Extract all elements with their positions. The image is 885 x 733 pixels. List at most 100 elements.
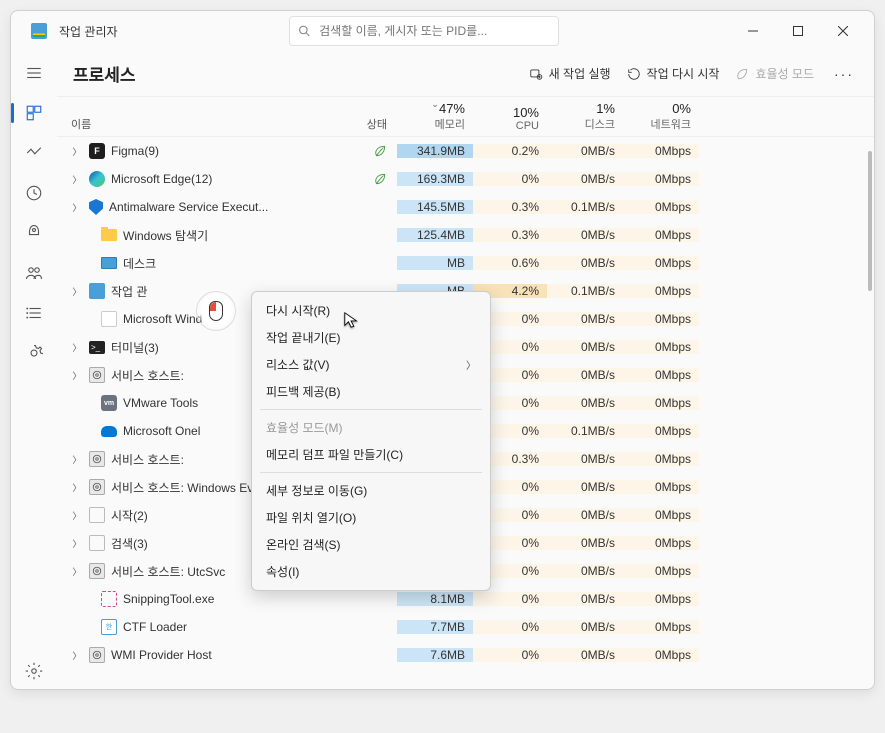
expand-icon[interactable]: 〉 — [71, 565, 83, 578]
context-menu-item[interactable]: 메모리 덤프 파일 만들기(C) — [252, 441, 490, 468]
process-icon — [101, 426, 117, 437]
cell-disk: 0MB/s — [547, 648, 623, 662]
process-name: CTF Loader — [123, 620, 187, 634]
expand-icon[interactable]: 〉 — [71, 285, 83, 298]
column-memory-header[interactable]: ⌄ 47% 메모리 — [397, 101, 473, 132]
titlebar: 작업 관리자 — [11, 11, 874, 51]
nav-services[interactable] — [14, 335, 54, 371]
search-input[interactable] — [319, 24, 550, 38]
table-row[interactable]: 데스크MB0.6%0MB/s0Mbps — [57, 249, 874, 277]
nav-details[interactable] — [14, 295, 54, 331]
expand-icon[interactable]: 〉 — [71, 537, 83, 550]
scrollbar-thumb[interactable] — [868, 151, 872, 291]
nav-performance[interactable] — [14, 135, 54, 171]
process-icon — [101, 257, 117, 269]
cell-network: 0Mbps — [623, 312, 699, 326]
expand-icon[interactable]: 〉 — [71, 649, 83, 662]
efficiency-mode-button[interactable]: 효율성 모드 — [735, 65, 814, 82]
nav-history[interactable] — [14, 175, 54, 211]
mouse-icon — [209, 301, 223, 321]
nav-users[interactable] — [14, 255, 54, 291]
table-row[interactable]: 〉FFigma(9)341.9MB0.2%0MB/s0Mbps — [57, 137, 874, 165]
context-menu-item[interactable]: 리소스 값(V)〉 — [252, 351, 490, 378]
efficiency-leaf-icon — [373, 172, 387, 186]
cell-network: 0Mbps — [623, 284, 699, 298]
expand-icon[interactable]: 〉 — [71, 173, 83, 186]
hamburger-button[interactable] — [14, 55, 54, 91]
table-row[interactable]: 〉Microsoft Edge(12)169.3MB0%0MB/s0Mbps — [57, 165, 874, 193]
table-row[interactable]: 〉Antimalware Service Execut...145.5MB0.3… — [57, 193, 874, 221]
expand-icon[interactable]: 〉 — [71, 341, 83, 354]
cell-network: 0Mbps — [623, 396, 699, 410]
more-button[interactable]: ··· — [830, 66, 858, 82]
cell-network: 0Mbps — [623, 228, 699, 242]
nav-processes[interactable] — [14, 95, 54, 131]
context-menu-item[interactable]: 온라인 검색(S) — [252, 531, 490, 558]
column-network-header[interactable]: 0% 네트워크 — [623, 101, 699, 132]
content-header: 프로세스 새 작업 실행 작업 다시 시작 효율성 모드 ··· — [57, 51, 874, 97]
cell-network: 0Mbps — [623, 172, 699, 186]
minimize-button[interactable] — [731, 16, 776, 46]
process-name: 서비스 호스트: UtcSvc — [111, 563, 225, 580]
nav-startup[interactable] — [14, 215, 54, 251]
expand-icon[interactable]: 〉 — [71, 453, 83, 466]
cell-cpu: 0.2% — [473, 144, 547, 158]
context-menu-item[interactable]: 세부 정보로 이동(G) — [252, 477, 490, 504]
process-name: 서비스 호스트: Windows Ev... — [111, 479, 262, 496]
cell-memory: 341.9MB — [397, 144, 473, 158]
submenu-arrow-icon: 〉 — [466, 357, 476, 372]
cell-disk: 0.1MB/s — [547, 424, 623, 438]
process-name: Microsoft Edge(12) — [111, 172, 212, 186]
search-box[interactable] — [289, 16, 559, 46]
cell-disk: 0MB/s — [547, 396, 623, 410]
table-row[interactable]: 〉WMI Provider Host7.6MB0%0MB/s0Mbps — [57, 641, 874, 669]
expand-icon[interactable]: 〉 — [71, 201, 83, 214]
task-manager-window: 작업 관리자 프로세스 — [10, 10, 875, 690]
cell-disk: 0MB/s — [547, 564, 623, 578]
context-menu-item[interactable]: 작업 끝내기(E) — [252, 324, 490, 351]
process-name: Microsoft Onel — [123, 424, 200, 438]
cell-network: 0Mbps — [623, 508, 699, 522]
app-title: 작업 관리자 — [59, 23, 118, 40]
cell-disk: 0.1MB/s — [547, 200, 623, 214]
column-status-header[interactable]: 상태 — [287, 116, 397, 132]
column-cpu-header[interactable]: 10% CPU — [473, 105, 547, 132]
sort-indicator-icon: ⌄ — [431, 99, 439, 110]
expand-icon[interactable]: 〉 — [71, 369, 83, 382]
process-icon: vm — [101, 395, 117, 411]
context-menu-item[interactable]: 피드백 제공(B) — [252, 378, 490, 405]
expand-icon[interactable]: 〉 — [71, 509, 83, 522]
maximize-button[interactable] — [776, 16, 821, 46]
cell-network: 0Mbps — [623, 424, 699, 438]
expand-icon[interactable]: 〉 — [71, 481, 83, 494]
column-name-header[interactable]: 이름 — [57, 116, 287, 132]
close-button[interactable] — [821, 16, 866, 46]
column-disk-header[interactable]: 1% 디스크 — [547, 101, 623, 132]
cell-disk: 0MB/s — [547, 256, 623, 270]
mouse-indicator-overlay — [196, 291, 236, 331]
new-task-icon — [529, 67, 543, 81]
context-menu-item[interactable]: 다시 시작(R) — [252, 297, 490, 324]
context-menu-item: 효율성 모드(M) — [252, 414, 490, 441]
sidebar — [11, 51, 57, 689]
cell-network: 0Mbps — [623, 368, 699, 382]
process-name: SnippingTool.exe — [123, 592, 214, 606]
cell-network: 0Mbps — [623, 536, 699, 550]
cell-disk: 0MB/s — [547, 480, 623, 494]
process-icon — [89, 451, 105, 467]
cell-network: 0Mbps — [623, 256, 699, 270]
cell-cpu: 0% — [473, 620, 547, 634]
table-row[interactable]: 한CTF Loader7.7MB0%0MB/s0Mbps — [57, 613, 874, 641]
cell-network: 0Mbps — [623, 452, 699, 466]
nav-settings[interactable] — [14, 653, 54, 689]
context-menu-item[interactable]: 파일 위치 열기(O) — [252, 504, 490, 531]
cell-memory: 7.7MB — [397, 620, 473, 634]
cursor-icon — [343, 311, 361, 334]
table-row[interactable]: Windows 탐색기125.4MB0.3%0MB/s0Mbps — [57, 221, 874, 249]
restart-task-button[interactable]: 작업 다시 시작 — [627, 65, 720, 82]
cell-network: 0Mbps — [623, 592, 699, 606]
new-task-button[interactable]: 새 작업 실행 — [529, 65, 611, 82]
scrollbar[interactable] — [868, 151, 872, 411]
expand-icon[interactable]: 〉 — [71, 145, 83, 158]
context-menu-item[interactable]: 속성(I) — [252, 558, 490, 585]
